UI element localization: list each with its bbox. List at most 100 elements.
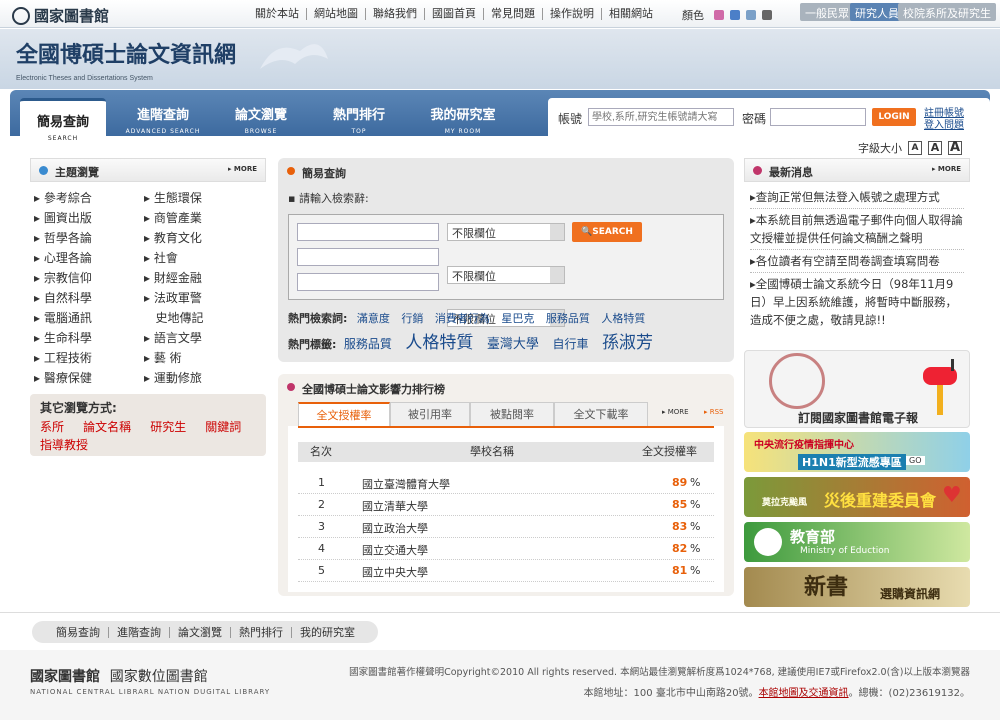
browse-by-title-link[interactable]: 論文名稱 bbox=[83, 420, 131, 434]
login-help-link[interactable]: 登入問題 bbox=[924, 116, 964, 131]
hot-tag[interactable]: 臺灣大學 bbox=[487, 337, 539, 352]
subject-item[interactable]: ▸ 醫療保健 bbox=[34, 368, 144, 388]
search-button[interactable]: 🔍SEARCH bbox=[572, 222, 642, 242]
user-type-researcher[interactable]: 研究人員 bbox=[850, 3, 904, 21]
table-row[interactable]: 5 國立中央大學 81% bbox=[298, 560, 714, 582]
hot-search-term[interactable]: 服務品質 bbox=[546, 312, 590, 325]
subject-item[interactable]: ▸ 商管產業 bbox=[144, 208, 254, 228]
subject-item[interactable]: ▸ 哲學各論 bbox=[34, 228, 144, 248]
subject-item[interactable]: ▸ 藝 術 bbox=[144, 348, 254, 368]
tab-top[interactable]: 熱門排行 TOP bbox=[316, 98, 402, 136]
browse-by-keyword-link[interactable]: 關鍵詞 bbox=[205, 420, 241, 434]
subject-item[interactable]: ▸ 工程技術 bbox=[34, 348, 144, 368]
ranking-tab-views[interactable]: 被點閱率 bbox=[470, 402, 554, 426]
footer-link-browse[interactable]: 論文瀏覽 bbox=[169, 626, 230, 638]
news-item[interactable]: ▸查詢正常但無法登入帳號之處理方式 bbox=[750, 186, 964, 209]
hot-tag[interactable]: 人格特質 bbox=[405, 333, 473, 353]
toplink-about[interactable]: 關於本站 bbox=[248, 8, 306, 20]
color-swatch-lightblue[interactable] bbox=[746, 10, 756, 20]
color-swatch-pink[interactable] bbox=[714, 10, 724, 20]
subject-item[interactable]: ▸ 教育文化 bbox=[144, 228, 254, 248]
hot-search-term[interactable]: 行銷 bbox=[401, 312, 423, 325]
hot-search-term[interactable]: 星巴克 bbox=[501, 312, 534, 325]
ranking-tab-authorization[interactable]: 全文授權率 bbox=[298, 402, 390, 426]
color-swatch-gray[interactable] bbox=[762, 10, 772, 20]
moe-banner[interactable]: 教育部 Ministry of Eduction bbox=[744, 522, 970, 562]
toplink-sitemap[interactable]: 網站地圖 bbox=[306, 8, 365, 20]
footer-link-my-room[interactable]: 我的研究室 bbox=[291, 626, 363, 638]
toplink-faq[interactable]: 常見問題 bbox=[483, 8, 542, 20]
subject-item[interactable]: ▸ 參考綜合 bbox=[34, 188, 144, 208]
toplink-help[interactable]: 操作說明 bbox=[542, 8, 601, 20]
h1n1-banner[interactable]: 中央流行疫情指揮中心 H1N1新型流感專區 GO bbox=[744, 432, 970, 472]
news-item[interactable]: ▸全國博碩士論文系統今日（98年11月9日）早上因系統維護，將暫時中斷服務，造成… bbox=[750, 273, 964, 331]
table-row[interactable]: 4 國立交通大學 82% bbox=[298, 538, 714, 560]
subject-item[interactable]: ▸ 運動修旅 bbox=[144, 368, 254, 388]
subject-item[interactable]: ▸ 法政軍警 bbox=[144, 288, 254, 308]
font-size-small-button[interactable]: A bbox=[908, 141, 922, 155]
library-logo[interactable]: 國家圖書館 bbox=[12, 5, 109, 26]
font-size-medium-button[interactable]: A bbox=[928, 141, 942, 155]
tab-my-room[interactable]: 我的研究室 MY ROOM bbox=[418, 98, 508, 136]
user-type-school[interactable]: 校院系所及研究生 bbox=[898, 3, 996, 21]
field-select-1[interactable]: 不限欄位 bbox=[447, 223, 565, 241]
news-more-link[interactable]: ▸ MORE bbox=[932, 165, 961, 173]
login-button[interactable]: LOGIN bbox=[872, 108, 916, 126]
subject-item[interactable]: ▸ 自然科學 bbox=[34, 288, 144, 308]
search-term-input-2[interactable] bbox=[297, 248, 439, 266]
hot-tag[interactable]: 服務品質 bbox=[344, 337, 392, 351]
account-input[interactable] bbox=[588, 108, 734, 126]
top-links: 關於本站 網站地圖 聯絡我們 國圖首頁 常見問題 操作說明 相關網站 bbox=[248, 8, 660, 20]
epaper-banner[interactable]: 訂閱國家圖書館電子報 bbox=[744, 350, 970, 428]
footer-link-advanced[interactable]: 進階查詢 bbox=[108, 626, 169, 638]
rss-link[interactable]: ▸ RSS bbox=[704, 408, 724, 416]
ranking-more-link[interactable]: ▸ MORE bbox=[662, 408, 689, 416]
ranking-tab-citation[interactable]: 被引用率 bbox=[390, 402, 470, 426]
map-link[interactable]: 本館地圖及交通資訊 bbox=[759, 688, 849, 699]
subject-item[interactable]: ▸ 語言文學 bbox=[144, 328, 254, 348]
toplink-related[interactable]: 相關網站 bbox=[601, 8, 660, 20]
browse-by-student-link[interactable]: 研究生 bbox=[150, 420, 186, 434]
hot-tag[interactable]: 孫淑芳 bbox=[602, 333, 653, 353]
hot-search-term[interactable]: 人格特質 bbox=[601, 312, 645, 325]
search-term-input-3[interactable] bbox=[297, 273, 439, 291]
tab-advanced-search[interactable]: 進階查詢 ADVANCED SEARCH bbox=[118, 98, 208, 136]
subject-item[interactable]: ▸ 圖資出版 bbox=[34, 208, 144, 228]
field-select-2[interactable]: 不限欄位 bbox=[447, 266, 565, 284]
browse-by-department-link[interactable]: 系所 bbox=[40, 420, 64, 434]
ranking-tab-downloads[interactable]: 全文下載率 bbox=[554, 402, 648, 426]
footer-link-search[interactable]: 簡易查詢 bbox=[48, 627, 108, 638]
table-row[interactable]: 2 國立清華大學 85% bbox=[298, 494, 714, 516]
search-term-input-1[interactable] bbox=[297, 223, 439, 241]
toplink-ncl-home[interactable]: 國圖首頁 bbox=[424, 8, 483, 20]
typhoon-banner[interactable]: 莫拉克颱風 災後重建委員會 ♥ bbox=[744, 477, 970, 517]
hot-search-term[interactable]: 消費者行為 bbox=[435, 312, 490, 325]
browse-by-advisor-link[interactable]: 指導教授 bbox=[40, 438, 88, 452]
font-size-large-button[interactable]: A bbox=[948, 141, 962, 155]
subject-item[interactable]: ▸ 宗教信仰 bbox=[34, 268, 144, 288]
subject-item[interactable]: ▸ 社會 bbox=[144, 248, 254, 268]
tab-browse[interactable]: 論文瀏覽 BROWSE bbox=[218, 98, 304, 136]
subject-item[interactable]: ▸ 生態環保 bbox=[144, 188, 254, 208]
color-swatch-blue[interactable] bbox=[730, 10, 740, 20]
footer-link-top[interactable]: 熱門排行 bbox=[230, 626, 291, 638]
site-logo[interactable]: 全國博碩士論文資訊網 bbox=[16, 37, 236, 69]
subject-more-link[interactable]: ▸ MORE bbox=[228, 165, 257, 173]
news-item[interactable]: ▸各位讀者有空請至問卷調查填寫問卷 bbox=[750, 250, 964, 273]
hot-search-term[interactable]: 滿意度 bbox=[357, 312, 390, 325]
news-item[interactable]: ▸本系統目前無透過電子郵件向個人取得論文授權並提供任何論文稿酬之聲明 bbox=[750, 209, 964, 250]
table-row[interactable]: 3 國立政治大學 83% bbox=[298, 516, 714, 538]
subject-item[interactable]: ▸ 財經金融 bbox=[144, 268, 254, 288]
toplink-contact[interactable]: 聯絡我們 bbox=[365, 8, 424, 20]
hot-tag[interactable]: 自行車 bbox=[552, 337, 588, 351]
newbook-banner[interactable]: 新書 選購資訊網 bbox=[744, 567, 970, 607]
subject-item[interactable]: ▸ 心理各論 bbox=[34, 248, 144, 268]
user-type-public[interactable]: 一般民眾 bbox=[800, 3, 854, 21]
subject-col-1: ▸ 參考綜合 ▸ 圖資出版 ▸ 哲學各論 ▸ 心理各論 ▸ 宗教信仰 ▸ 自然科… bbox=[34, 188, 144, 388]
subject-item[interactable]: ▸ 電腦通訊 bbox=[34, 308, 144, 328]
password-input[interactable] bbox=[770, 108, 866, 126]
subject-item[interactable]: ▸ 生命科學 bbox=[34, 328, 144, 348]
tab-search[interactable]: 簡易查詢 SEARCH bbox=[20, 98, 106, 142]
table-row[interactable]: 1 國立臺灣體育大學 89% bbox=[298, 472, 714, 494]
subject-item[interactable]: 史地傳記 bbox=[144, 308, 254, 328]
